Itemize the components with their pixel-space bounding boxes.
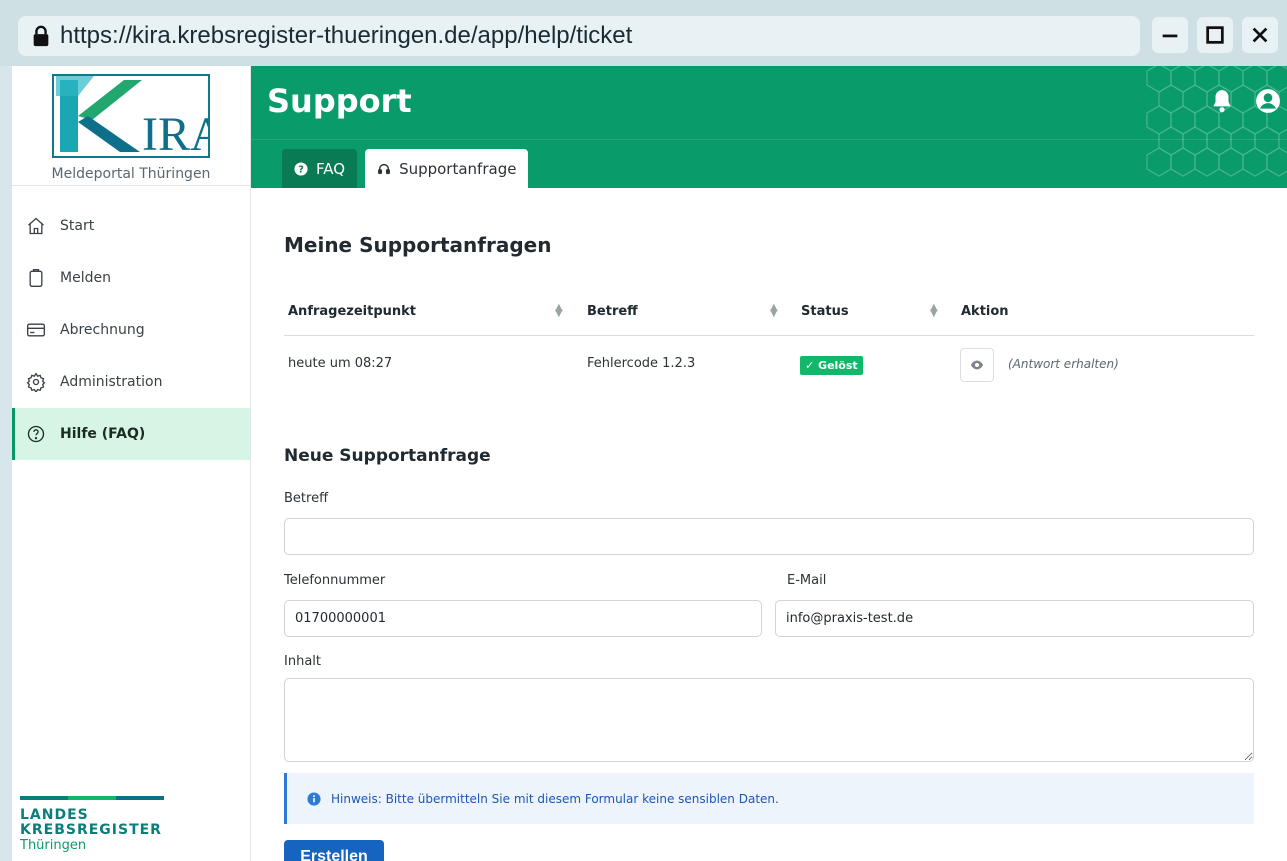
close-window-button[interactable] [1242, 17, 1278, 53]
sidebar-item-administration[interactable]: Administration [12, 356, 250, 408]
create-button[interactable]: Erstellen [284, 840, 384, 861]
tab-bar: ? FAQ Supportanfrage [282, 149, 529, 188]
support-requests-table: Anfragezeitpunkt ▲ ▼ Betreff ▲ ▼ Status ▲ ▼… [284, 288, 1254, 392]
logo-line-2: KREBSREGISTER [20, 822, 162, 838]
tab-label: FAQ [316, 159, 346, 178]
tab-supportanfrage[interactable]: Supportanfrage [365, 149, 529, 188]
column-header-anfragezeitpunkt[interactable]: Anfragezeitpunkt [288, 304, 416, 319]
sidebar-item-hilfe[interactable]: Hilfe (FAQ) [12, 408, 250, 460]
sidebar-item-abrechnung[interactable]: Abrechnung [12, 304, 250, 356]
app-window: IRA Meldeportal Thüringen Start Melden A… [12, 66, 1287, 861]
view-answer-button[interactable] [960, 348, 994, 382]
page-title: Support [267, 82, 412, 120]
status-badge: ✓ Gelöst [800, 356, 863, 375]
section-title: Meine Supportanfragen [284, 233, 552, 257]
url-text: https://kira.krebsregister-thueringen.de… [60, 22, 633, 49]
lock-icon [33, 25, 49, 47]
table-header: Anfragezeitpunkt ▲ ▼ Betreff ▲ ▼ Status ▲ ▼… [284, 288, 1254, 336]
action-note: (Antwort erhalten) [1008, 357, 1119, 371]
close-icon [1252, 27, 1268, 43]
maximize-icon [1206, 26, 1224, 44]
sidebar-item-label: Melden [60, 270, 111, 286]
logo-line-3: Thüringen [20, 838, 87, 853]
info-icon [307, 791, 321, 806]
sidebar-item-start[interactable]: Start [12, 200, 250, 252]
main-content: Meine Supportanfragen Anfragezeitpunkt ▲… [251, 188, 1287, 861]
column-header-betreff[interactable]: Betreff [587, 304, 638, 319]
content-textarea[interactable] [284, 678, 1254, 762]
svg-text:?: ? [298, 164, 304, 175]
sidebar-nav: Start Melden Abrechnung Administration H… [12, 200, 250, 460]
eye-icon [970, 360, 984, 370]
sidebar-item-label: Start [60, 218, 95, 234]
sidebar-item-label: Administration [60, 374, 163, 390]
hint-text: Hinweis: Bitte übermitteln Sie mit diese… [331, 791, 779, 806]
gear-icon [26, 372, 46, 392]
table-row: heute um 08:27 Fehlercode 1.2.3 ✓ Gelöst… [284, 336, 1254, 392]
phone-input[interactable] [284, 600, 762, 637]
maximize-button[interactable] [1197, 17, 1233, 53]
info-hint: Hinweis: Bitte übermitteln Sie mit diese… [284, 773, 1254, 824]
kira-logo: IRA [52, 74, 225, 161]
address-bar[interactable]: https://kira.krebsregister-thueringen.de… [18, 16, 1140, 56]
hexagon-pattern [1146, 66, 1287, 177]
question-icon: ? [294, 161, 308, 176]
page-header: Support ? FAQ Supportanfrage [251, 66, 1287, 188]
logo-area: IRA Meldeportal Thüringen [12, 66, 250, 186]
cell-subject: Fehlercode 1.2.3 [587, 356, 696, 371]
logo-bars [20, 796, 164, 800]
subject-input[interactable] [284, 518, 1254, 555]
form-title: Neue Supportanfrage [284, 446, 491, 466]
phone-label: Telefonnummer [284, 573, 386, 588]
sidebar-item-label: Hilfe (FAQ) [60, 426, 146, 442]
column-header-status[interactable]: Status [801, 304, 849, 319]
logo-line-1: LANDES [20, 807, 89, 823]
content-label: Inhalt [284, 654, 321, 669]
minimize-icon [1162, 34, 1178, 38]
cell-time: heute um 08:27 [288, 356, 393, 371]
minimize-button[interactable] [1152, 17, 1188, 53]
sidebar-item-label: Abrechnung [60, 322, 145, 338]
landeskrebsregister-logo: LANDES KREBSREGISTER Thüringen [20, 796, 164, 853]
tab-label: Supportanfrage [399, 159, 517, 178]
credit-card-icon [27, 323, 45, 337]
sort-icon[interactable]: ▲ ▼ [770, 303, 778, 319]
sort-icon[interactable]: ▲ ▼ [555, 303, 563, 319]
browser-bar: https://kira.krebsregister-thueringen.de… [0, 0, 1287, 66]
tab-faq[interactable]: ? FAQ [282, 149, 358, 188]
help-circle-icon [27, 425, 45, 443]
clipboard-icon [29, 269, 43, 287]
home-icon [28, 217, 44, 235]
portal-subtitle: Meldeportal Thüringen [51, 166, 211, 182]
user-account-icon[interactable] [1255, 88, 1281, 114]
header-divider [251, 139, 1287, 140]
subject-label: Betreff [284, 491, 329, 506]
svg-text:IRA: IRA [142, 108, 208, 156]
sort-icon[interactable]: ▲ ▼ [930, 303, 938, 319]
sidebar: IRA Meldeportal Thüringen Start Melden A… [12, 66, 251, 861]
headset-icon [378, 163, 391, 174]
email-input[interactable] [775, 600, 1254, 637]
email-label: E-Mail [787, 573, 827, 588]
bell-icon[interactable] [1209, 88, 1235, 114]
sidebar-item-melden[interactable]: Melden [12, 252, 250, 304]
column-header-aktion: Aktion [961, 304, 1009, 319]
